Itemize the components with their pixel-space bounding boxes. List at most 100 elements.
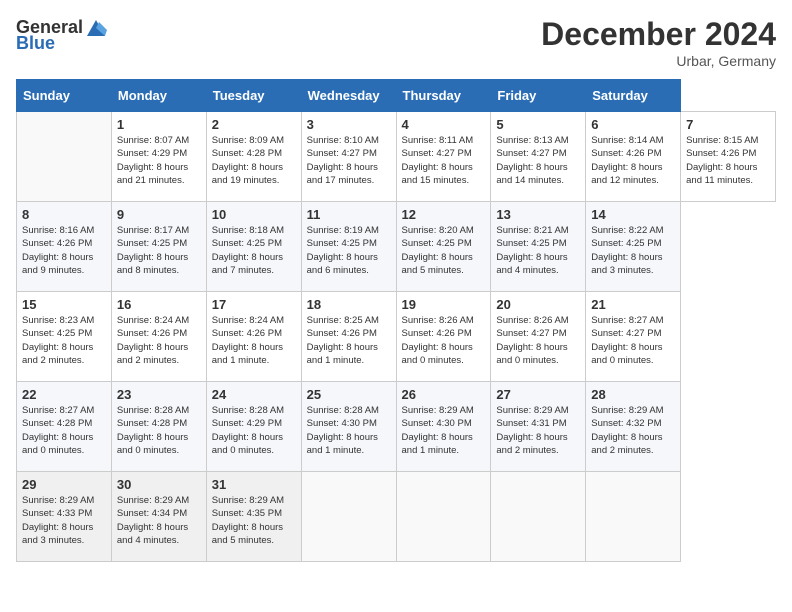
day-cell: 16Sunrise: 8:24 AM Sunset: 4:26 PM Dayli… [111, 292, 206, 382]
day-number: 12 [402, 207, 486, 222]
day-number: 24 [212, 387, 296, 402]
day-number: 18 [307, 297, 391, 312]
calendar-table: SundayMondayTuesdayWednesdayThursdayFrid… [16, 79, 776, 562]
day-cell: 30 Sunrise: 8:29 AM Sunset: 4:34 PM Dayli… [111, 472, 206, 562]
day-number: 7 [686, 117, 770, 132]
day-info: Sunrise: 8:18 AM Sunset: 4:25 PM Dayligh… [212, 225, 284, 276]
day-cell: 28 Sunrise: 8:29 AM Sunset: 4:32 PM Dayli… [586, 382, 681, 472]
day-cell: 7 Sunrise: 8:15 AM Sunset: 4:26 PM Daylig… [681, 112, 776, 202]
day-cell: 9 Sunrise: 8:17 AM Sunset: 4:25 PM Daylig… [111, 202, 206, 292]
day-info: Sunrise: 8:27 AM Sunset: 4:28 PM Dayligh… [22, 405, 94, 456]
day-cell: 20 Sunrise: 8:26 AM Sunset: 4:27 PM Dayli… [491, 292, 586, 382]
day-info: Sunrise: 8:11 AM Sunset: 4:27 PM Dayligh… [402, 135, 474, 186]
day-cell: 1Sunrise: 8:07 AM Sunset: 4:29 PM Daylig… [111, 112, 206, 202]
day-info: Sunrise: 8:09 AM Sunset: 4:28 PM Dayligh… [212, 135, 284, 186]
day-info: Sunrise: 8:15 AM Sunset: 4:26 PM Dayligh… [686, 135, 758, 186]
month-title: December 2024 [541, 16, 776, 53]
day-info: Sunrise: 8:29 AM Sunset: 4:32 PM Dayligh… [591, 405, 663, 456]
day-cell: 13Sunrise: 8:21 AM Sunset: 4:25 PM Dayli… [491, 202, 586, 292]
day-info: Sunrise: 8:19 AM Sunset: 4:25 PM Dayligh… [307, 225, 379, 276]
day-info: Sunrise: 8:24 AM Sunset: 4:26 PM Dayligh… [212, 315, 284, 366]
day-number: 15 [22, 297, 106, 312]
col-header-tuesday: Tuesday [206, 80, 301, 112]
week-row-1: 1Sunrise: 8:07 AM Sunset: 4:29 PM Daylig… [17, 112, 776, 202]
page-header: General Blue December 2024 Urbar, German… [16, 16, 776, 69]
day-cell: 5 Sunrise: 8:13 AM Sunset: 4:27 PM Daylig… [491, 112, 586, 202]
day-cell [586, 472, 681, 562]
day-number: 1 [117, 117, 201, 132]
day-info: Sunrise: 8:26 AM Sunset: 4:27 PM Dayligh… [496, 315, 568, 366]
day-info: Sunrise: 8:23 AM Sunset: 4:25 PM Dayligh… [22, 315, 94, 366]
day-cell: 17 Sunrise: 8:24 AM Sunset: 4:26 PM Dayli… [206, 292, 301, 382]
day-number: 3 [307, 117, 391, 132]
day-number: 28 [591, 387, 675, 402]
day-number: 20 [496, 297, 580, 312]
day-cell: 14 Sunrise: 8:22 AM Sunset: 4:25 PM Dayli… [586, 202, 681, 292]
day-info: Sunrise: 8:13 AM Sunset: 4:27 PM Dayligh… [496, 135, 568, 186]
day-info: Sunrise: 8:29 AM Sunset: 4:30 PM Dayligh… [402, 405, 474, 456]
day-number: 27 [496, 387, 580, 402]
day-cell: 12 Sunrise: 8:20 AM Sunset: 4:25 PM Dayli… [396, 202, 491, 292]
day-cell [301, 472, 396, 562]
day-cell: 11 Sunrise: 8:19 AM Sunset: 4:25 PM Dayli… [301, 202, 396, 292]
day-info: Sunrise: 8:22 AM Sunset: 4:25 PM Dayligh… [591, 225, 663, 276]
calendar-body: 1Sunrise: 8:07 AM Sunset: 4:29 PM Daylig… [17, 112, 776, 562]
day-info: Sunrise: 8:27 AM Sunset: 4:27 PM Dayligh… [591, 315, 663, 366]
day-cell: 18 Sunrise: 8:25 AM Sunset: 4:26 PM Dayli… [301, 292, 396, 382]
col-header-friday: Friday [491, 80, 586, 112]
day-number: 9 [117, 207, 201, 222]
day-cell: 3 Sunrise: 8:10 AM Sunset: 4:27 PM Daylig… [301, 112, 396, 202]
day-number: 19 [402, 297, 486, 312]
col-header-saturday: Saturday [586, 80, 681, 112]
title-block: December 2024 Urbar, Germany [541, 16, 776, 69]
day-info: Sunrise: 8:26 AM Sunset: 4:26 PM Dayligh… [402, 315, 474, 366]
day-info: Sunrise: 8:14 AM Sunset: 4:26 PM Dayligh… [591, 135, 663, 186]
col-header-wednesday: Wednesday [301, 80, 396, 112]
day-info: Sunrise: 8:29 AM Sunset: 4:33 PM Dayligh… [22, 495, 94, 546]
day-number: 31 [212, 477, 296, 492]
day-info: Sunrise: 8:29 AM Sunset: 4:35 PM Dayligh… [212, 495, 284, 546]
col-header-thursday: Thursday [396, 80, 491, 112]
day-cell [491, 472, 586, 562]
calendar-header: SundayMondayTuesdayWednesdayThursdayFrid… [17, 80, 776, 112]
day-number: 26 [402, 387, 486, 402]
day-number: 30 [117, 477, 201, 492]
logo: General Blue [16, 16, 107, 52]
day-number: 21 [591, 297, 675, 312]
day-number: 5 [496, 117, 580, 132]
day-cell: 6 Sunrise: 8:14 AM Sunset: 4:26 PM Daylig… [586, 112, 681, 202]
day-number: 17 [212, 297, 296, 312]
day-number: 2 [212, 117, 296, 132]
day-info: Sunrise: 8:28 AM Sunset: 4:29 PM Dayligh… [212, 405, 284, 456]
day-number: 6 [591, 117, 675, 132]
day-cell: 10Sunrise: 8:18 AM Sunset: 4:25 PM Dayli… [206, 202, 301, 292]
logo-blue-text: Blue [16, 34, 55, 52]
day-cell: 24 Sunrise: 8:28 AM Sunset: 4:29 PM Dayli… [206, 382, 301, 472]
day-number: 8 [22, 207, 106, 222]
week-row-4: 22Sunrise: 8:27 AM Sunset: 4:28 PM Dayli… [17, 382, 776, 472]
day-info: Sunrise: 8:25 AM Sunset: 4:26 PM Dayligh… [307, 315, 379, 366]
day-info: Sunrise: 8:21 AM Sunset: 4:25 PM Dayligh… [496, 225, 568, 276]
day-cell [396, 472, 491, 562]
day-cell: 21 Sunrise: 8:27 AM Sunset: 4:27 PM Dayli… [586, 292, 681, 382]
day-info: Sunrise: 8:29 AM Sunset: 4:34 PM Dayligh… [117, 495, 189, 546]
logo-icon [85, 16, 107, 38]
day-info: Sunrise: 8:28 AM Sunset: 4:28 PM Dayligh… [117, 405, 189, 456]
day-cell: 4 Sunrise: 8:11 AM Sunset: 4:27 PM Daylig… [396, 112, 491, 202]
day-cell: 2 Sunrise: 8:09 AM Sunset: 4:28 PM Daylig… [206, 112, 301, 202]
day-cell: 19 Sunrise: 8:26 AM Sunset: 4:26 PM Dayli… [396, 292, 491, 382]
day-info: Sunrise: 8:10 AM Sunset: 4:27 PM Dayligh… [307, 135, 379, 186]
day-info: Sunrise: 8:17 AM Sunset: 4:25 PM Dayligh… [117, 225, 189, 276]
day-number: 14 [591, 207, 675, 222]
day-cell: 31 Sunrise: 8:29 AM Sunset: 4:35 PM Dayli… [206, 472, 301, 562]
col-header-sunday: Sunday [17, 80, 112, 112]
day-cell: 27Sunrise: 8:29 AM Sunset: 4:31 PM Dayli… [491, 382, 586, 472]
day-info: Sunrise: 8:20 AM Sunset: 4:25 PM Dayligh… [402, 225, 474, 276]
day-number: 16 [117, 297, 201, 312]
header-row: SundayMondayTuesdayWednesdayThursdayFrid… [17, 80, 776, 112]
day-number: 11 [307, 207, 391, 222]
day-number: 4 [402, 117, 486, 132]
location-subtitle: Urbar, Germany [541, 53, 776, 69]
week-row-3: 15 Sunrise: 8:23 AM Sunset: 4:25 PM Dayli… [17, 292, 776, 382]
day-cell: 29Sunrise: 8:29 AM Sunset: 4:33 PM Dayli… [17, 472, 112, 562]
